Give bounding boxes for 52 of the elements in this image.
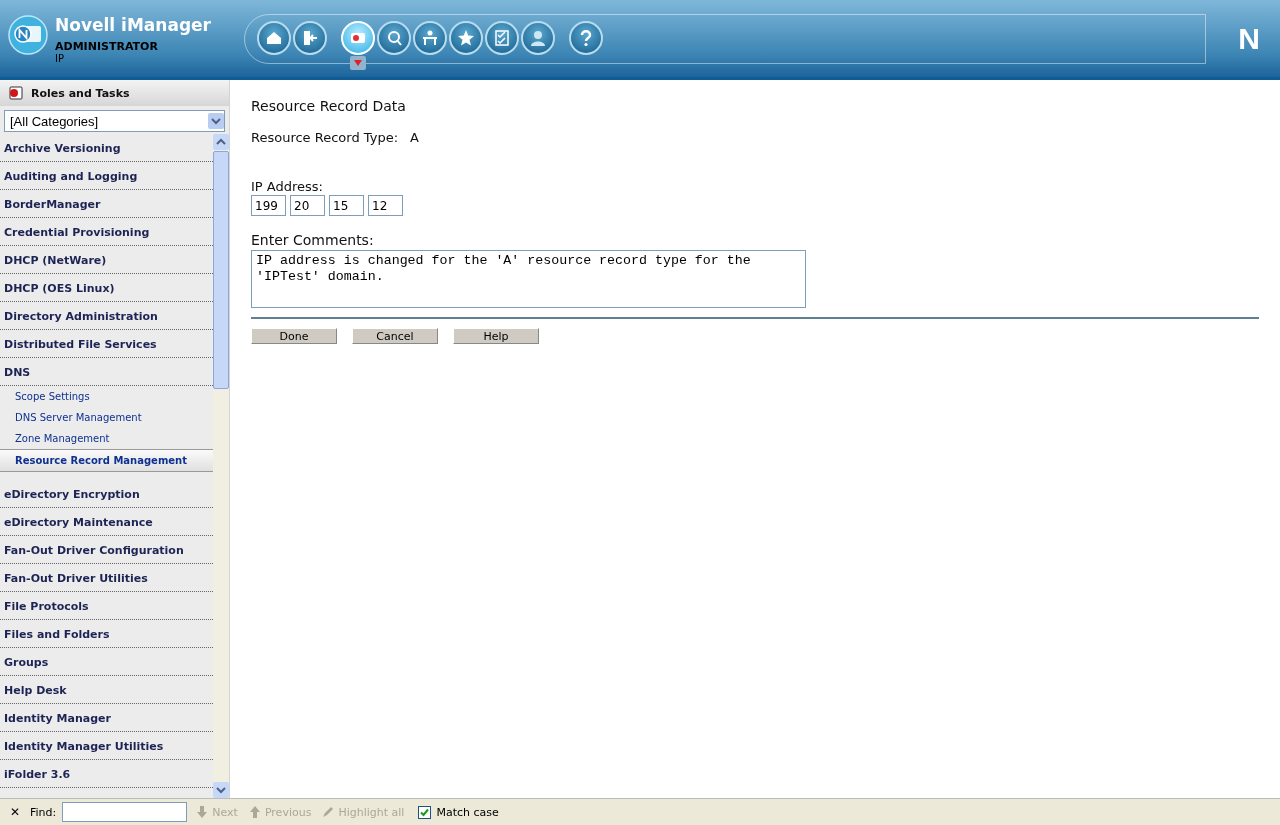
star-icon xyxy=(457,28,475,47)
comments-field[interactable]: IP address is changed for the 'A' resource record type for the 'IPTest' domain. xyxy=(251,250,806,308)
arrow-up-icon xyxy=(247,805,262,819)
done-button[interactable]: Done xyxy=(251,328,337,344)
scroll-thumb[interactable] xyxy=(213,151,229,389)
checklist-icon xyxy=(493,28,511,47)
ip-address-label: IP Address: xyxy=(251,179,324,194)
task-item[interactable]: Zone Management xyxy=(0,428,213,449)
toolbar-button[interactable] xyxy=(569,20,603,55)
arrow-down-icon xyxy=(195,805,210,819)
help-button[interactable]: Help xyxy=(453,328,539,344)
match-case-label: Match case xyxy=(436,805,499,819)
chevron-down-icon xyxy=(208,113,224,129)
person-icon xyxy=(529,28,547,47)
record-type-label: Resource Record Type: xyxy=(251,130,399,145)
toolbar-button[interactable] xyxy=(257,20,291,55)
user-name: ADMINISTRATOR xyxy=(55,40,159,53)
find-label: Find: xyxy=(30,805,57,819)
toolbar-button[interactable] xyxy=(413,20,447,55)
selection-indicator-icon xyxy=(350,55,366,70)
toolbar-button[interactable] xyxy=(521,20,555,55)
ip-octet-field[interactable]: 12 xyxy=(368,195,403,216)
context-label: IP xyxy=(55,53,65,64)
app-title: Novell iManager xyxy=(55,15,211,35)
toolbar-button[interactable] xyxy=(485,20,519,55)
task-item[interactable]: Resource Record Management xyxy=(0,449,213,472)
task-item[interactable]: DNS Server Management xyxy=(0,407,213,428)
sidebar-title: Roles and Tasks xyxy=(31,86,130,100)
desk-icon xyxy=(421,28,439,47)
find-field[interactable] xyxy=(62,802,188,822)
task-item[interactable]: Scope Settings xyxy=(0,386,213,407)
toolbar-button[interactable] xyxy=(293,20,327,55)
door-arrow-icon xyxy=(301,28,319,47)
brand-logo: N xyxy=(1237,21,1261,56)
magnifier-icon xyxy=(385,28,403,47)
toolbar-button[interactable] xyxy=(377,20,411,55)
ip-octet-field[interactable]: 15 xyxy=(329,195,364,216)
section-heading: Resource Record Data xyxy=(251,98,407,114)
record-type-value: A xyxy=(410,130,419,145)
cancel-button[interactable]: Cancel xyxy=(352,328,438,344)
ip-octet-field[interactable]: 20 xyxy=(290,195,325,216)
match-case-checkbox[interactable] xyxy=(418,805,432,819)
logo-icon xyxy=(8,15,48,55)
ip-octet-field[interactable]: 199 xyxy=(251,195,286,216)
category-dropdown[interactable]: [All Categories] xyxy=(4,110,225,132)
scroll-down-icon xyxy=(213,782,229,798)
scrollbar[interactable] xyxy=(213,134,229,798)
highlighter-icon xyxy=(321,805,336,819)
toolbar-button[interactable] xyxy=(449,20,483,55)
comments-label: Enter Comments: xyxy=(251,232,375,248)
close-button[interactable]: ✕ xyxy=(6,805,24,819)
scroll-up-icon xyxy=(213,134,229,150)
